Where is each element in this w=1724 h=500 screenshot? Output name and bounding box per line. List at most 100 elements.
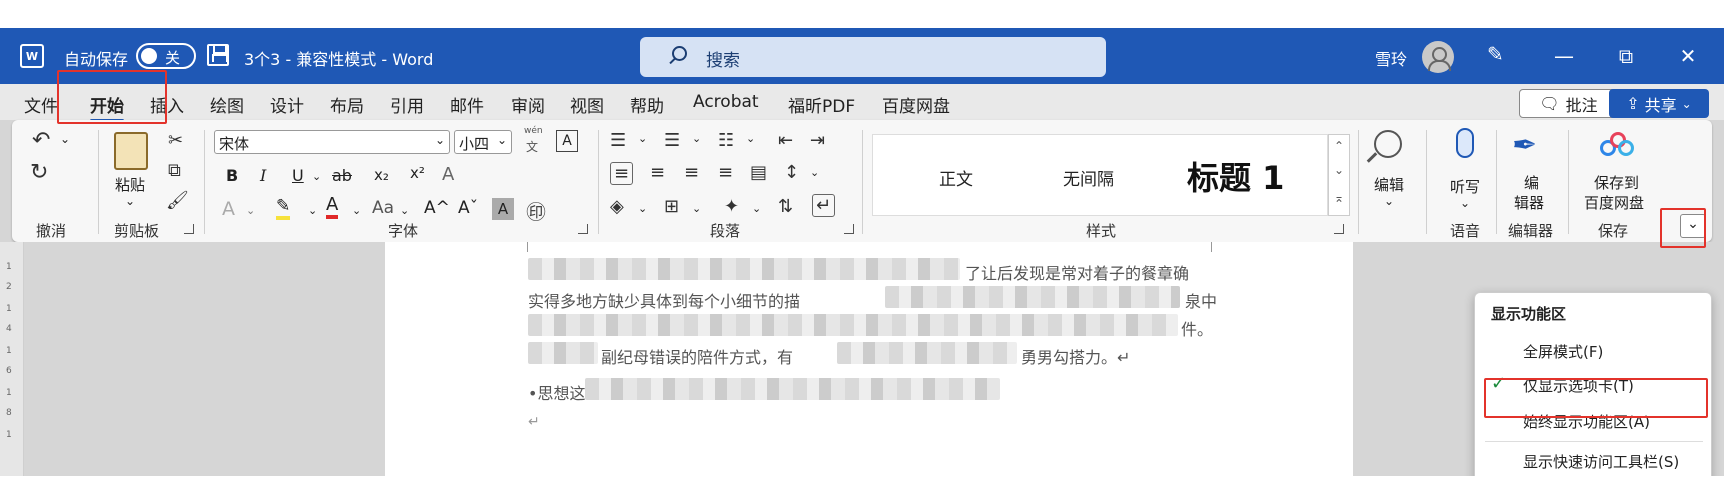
paste-dropdown-icon[interactable]: ⌄: [125, 194, 135, 208]
text-effects-dropdown-icon[interactable]: ⌄: [246, 204, 255, 217]
ribbon-display-options-button[interactable]: ⌄: [1680, 214, 1706, 238]
undo-dropdown-icon[interactable]: ⌄: [60, 132, 70, 146]
align-center-icon[interactable]: ≡: [650, 162, 665, 183]
paste-label[interactable]: 粘贴: [115, 174, 145, 195]
highlight-dropdown-icon[interactable]: ⌄: [308, 204, 317, 217]
format-painter-icon[interactable]: 🖌: [166, 190, 189, 211]
font-color-icon[interactable]: A: [326, 194, 339, 219]
restore-button[interactable]: ⧉: [1606, 41, 1646, 71]
style-no-spacing[interactable]: 无间隔: [1063, 165, 1114, 190]
tab-design[interactable]: 设计: [270, 92, 304, 117]
baidu-cloud-icon[interactable]: [1600, 132, 1634, 158]
highlight-icon[interactable]: ✎: [276, 196, 291, 220]
enclose-char-icon[interactable]: ㊞: [526, 196, 546, 225]
chevron-down-icon[interactable]: ⌄: [1329, 163, 1349, 177]
numbering-icon[interactable]: ☰: [664, 130, 680, 151]
paragraph-launcher-icon[interactable]: [844, 224, 854, 234]
chevron-up-icon[interactable]: ⌃: [1329, 139, 1349, 153]
multilevel-list-icon[interactable]: ☷: [718, 130, 734, 151]
share-button[interactable]: ⇪ 共享 ⌄: [1609, 89, 1709, 118]
font-name-combo[interactable]: 宋体 ⌄: [214, 130, 450, 154]
strikethrough-button[interactable]: ab: [332, 166, 352, 185]
copy-icon[interactable]: ⧉: [168, 160, 181, 181]
tab-review[interactable]: 审阅: [511, 92, 545, 117]
borders-icon[interactable]: ⊞: [664, 196, 679, 217]
user-name[interactable]: 雪玲: [1375, 46, 1407, 70]
justify-icon[interactable]: ≡: [718, 162, 733, 183]
tab-help[interactable]: 帮助: [630, 92, 664, 117]
align-right-icon[interactable]: ≡: [684, 162, 699, 183]
menu-item-tabs-only[interactable]: 仅显示选项卡(T): [1523, 375, 1634, 396]
tab-draw[interactable]: 绘图: [210, 92, 244, 117]
sort-icon[interactable]: ⇅: [778, 196, 793, 217]
increase-indent-icon[interactable]: ⇥: [810, 130, 825, 151]
close-button[interactable]: ✕: [1668, 41, 1708, 71]
tab-references[interactable]: 引用: [390, 92, 424, 117]
tab-baidu-netdisk[interactable]: 百度网盘: [882, 92, 950, 117]
pen-icon[interactable]: ✎: [1487, 42, 1504, 66]
line-spacing-icon[interactable]: ↕: [784, 162, 799, 183]
char-border-icon[interactable]: A: [556, 130, 578, 152]
microphone-icon[interactable]: [1456, 128, 1474, 158]
numbering-dropdown-icon[interactable]: ⌄: [692, 132, 701, 145]
decrease-indent-icon[interactable]: ⇤: [778, 130, 793, 151]
dictate-dropdown-icon[interactable]: ⌄: [1460, 196, 1470, 210]
editing-label[interactable]: 编辑: [1374, 174, 1404, 195]
save-baidu-label-line2[interactable]: 百度网盘: [1584, 192, 1644, 213]
gallery-more-icon[interactable]: ⌅: [1329, 191, 1349, 205]
text-effects-icon[interactable]: A: [222, 198, 235, 220]
font-color-dropdown-icon[interactable]: ⌄: [352, 204, 361, 217]
paste-icon[interactable]: [114, 132, 148, 170]
grow-font-icon[interactable]: A^: [424, 198, 450, 218]
undo-icon[interactable]: ↶: [32, 128, 50, 153]
font-launcher-icon[interactable]: [578, 224, 588, 234]
menu-item-always-show[interactable]: 始终显示功能区(A): [1523, 411, 1650, 432]
underline-dropdown-icon[interactable]: ⌄: [312, 170, 321, 183]
style-heading1[interactable]: 标题 1: [1187, 153, 1284, 199]
autosave-toggle[interactable]: 关: [136, 43, 196, 69]
multilevel-dropdown-icon[interactable]: ⌄: [746, 132, 755, 145]
phonetic-guide-pinyin[interactable]: wén: [524, 126, 543, 136]
asian-layout-dropdown-icon[interactable]: ⌄: [752, 202, 761, 215]
editor-pen-icon[interactable]: ✒: [1512, 128, 1537, 163]
comment-button[interactable]: 🗨 批注: [1519, 89, 1618, 118]
shading-dropdown-icon[interactable]: ⌄: [638, 202, 647, 215]
minimize-button[interactable]: —: [1544, 41, 1584, 71]
bold-button[interactable]: B: [226, 166, 238, 185]
save-icon[interactable]: [207, 44, 229, 66]
shading-icon[interactable]: ◈: [610, 196, 624, 217]
find-icon[interactable]: [1374, 130, 1402, 158]
tab-home[interactable]: 开始: [90, 92, 124, 122]
font-size-combo[interactable]: 小四 ⌄: [454, 130, 512, 154]
cut-icon[interactable]: ✂: [168, 130, 183, 151]
bullets-dropdown-icon[interactable]: ⌄: [638, 132, 647, 145]
tab-view[interactable]: 视图: [570, 92, 604, 117]
line-spacing-dropdown-icon[interactable]: ⌄: [810, 166, 819, 179]
redo-icon[interactable]: ↻: [30, 160, 48, 185]
clear-format-icon[interactable]: A: [442, 164, 454, 185]
tab-file[interactable]: 文件: [24, 92, 58, 117]
bullets-icon[interactable]: ☰: [610, 130, 626, 151]
asian-layout-icon[interactable]: ✦: [724, 196, 739, 217]
dictate-label[interactable]: 听写: [1450, 176, 1480, 197]
phonetic-guide-icon[interactable]: 文: [526, 138, 538, 155]
styles-gallery-scroll[interactable]: ⌃ ⌄ ⌅: [1328, 134, 1350, 216]
styles-launcher-icon[interactable]: [1334, 224, 1344, 234]
italic-button[interactable]: I: [260, 166, 266, 185]
document-page[interactable]: 了让后发现是常对着子的餐章确 实得多地方缺少具体到每个小细节的描 泉中 件。 副…: [385, 242, 1353, 476]
editor-label-line2[interactable]: 辑器: [1514, 192, 1544, 213]
editing-dropdown-icon[interactable]: ⌄: [1384, 194, 1394, 208]
style-normal[interactable]: 正文: [939, 165, 973, 190]
tab-layout[interactable]: 布局: [330, 92, 364, 117]
tab-foxit-pdf[interactable]: 福昕PDF: [788, 92, 855, 117]
align-left-icon[interactable]: ≡: [610, 162, 634, 185]
char-shading-icon[interactable]: A: [492, 198, 514, 220]
save-baidu-label-line1[interactable]: 保存到: [1594, 172, 1639, 193]
search-box[interactable]: 搜索: [640, 37, 1106, 77]
clipboard-launcher-icon[interactable]: [184, 224, 194, 234]
underline-button[interactable]: U: [292, 166, 304, 185]
superscript-button[interactable]: x²: [410, 164, 425, 182]
show-marks-icon[interactable]: ↵: [812, 194, 836, 217]
distributed-icon[interactable]: ▤: [750, 162, 767, 183]
menu-item-fullscreen[interactable]: 全屏模式(F): [1523, 341, 1603, 362]
